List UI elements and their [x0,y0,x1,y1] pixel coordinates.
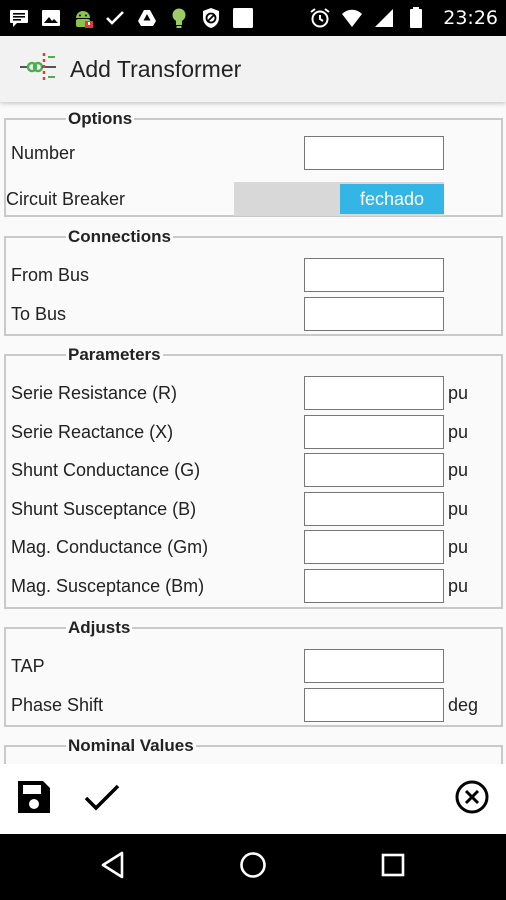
android-icon [72,7,94,29]
unit-label: pu [448,459,469,480]
wifi-icon [341,7,363,29]
transformer-logo-icon [18,49,58,90]
battery-icon [405,7,427,29]
unit-label: pu [448,498,469,519]
shunt-conductance-label: Shunt Conductance (G) [11,459,201,480]
shunt-susceptance-input[interactable] [304,492,444,526]
clock: 23:26 [443,7,498,29]
from-bus-label: From Bus [11,264,90,285]
circuit-breaker-row: Circuit Breaker fechado [6,182,501,216]
mag-susceptance-input[interactable] [304,569,444,603]
mag-conductance-label: Mag. Conductance (Gm) [11,536,209,557]
number-input[interactable] [304,136,444,170]
shunt-susceptance-label: Shunt Susceptance (B) [11,498,197,519]
resistance-row: Serie Resistance (R) pu [6,376,501,410]
phase-shift-label: Phase Shift [11,694,104,715]
reactance-label: Serie Reactance (X) [11,421,174,442]
circuit-breaker-toggle[interactable]: fechado [234,182,444,216]
parameters-section: Parameters Serie Resistance (R) pu Serie… [4,346,503,609]
from-bus-row: From Bus [6,258,501,292]
image-icon [40,7,62,29]
tap-input[interactable] [304,649,444,683]
connections-section: Connections From Bus To Bus [4,228,503,336]
adjusts-section: Adjusts TAP Phase Shift deg [4,619,503,727]
recents-button[interactable] [371,845,415,889]
home-icon [239,851,267,884]
app-bar: Add Transformer [0,36,506,102]
unit-label: pu [448,575,469,596]
message-icon [8,7,30,29]
circuit-breaker-label: Circuit Breaker [6,188,126,209]
home-button[interactable] [231,845,275,889]
parameters-legend: Parameters [68,345,161,364]
cancel-icon [454,779,490,820]
options-section: Options Number Circuit Breaker fechado [4,110,503,217]
to-bus-input[interactable] [304,297,444,331]
recents-icon [381,853,405,882]
shunt-conductance-input[interactable] [304,453,444,487]
unit-label: pu [448,382,469,403]
resistance-input[interactable] [304,376,444,410]
mag-susceptance-label: Mag. Susceptance (Bm) [11,575,205,596]
save-button[interactable] [12,777,56,821]
shunt-conductance-row: Shunt Conductance (G) pu [6,453,501,487]
from-bus-input[interactable] [304,258,444,292]
bulb-icon [168,7,190,29]
options-legend: Options [68,109,133,128]
tap-row: TAP [6,649,501,683]
save-icon [16,779,52,820]
check-icon [104,7,126,29]
to-bus-label: To Bus [11,303,67,324]
mag-susceptance-row: Mag. Susceptance (Bm) pu [6,569,501,603]
blocked-icon [200,7,222,29]
mag-conductance-row: Mag. Conductance (Gm) pu [6,530,501,564]
reactance-input[interactable] [304,415,444,449]
number-label: Number [11,142,76,163]
square-icon [232,7,254,29]
tap-label: TAP [11,655,45,676]
phase-shift-row: Phase Shift deg [6,688,501,722]
back-icon [100,851,126,884]
number-row: Number [6,136,501,170]
bottom-action-bar [0,764,506,834]
back-button[interactable] [91,845,135,889]
nominal-values-section: Nominal Values [4,737,503,764]
confirm-button[interactable] [80,777,124,821]
check-icon [84,782,120,817]
adjusts-legend: Adjusts [68,618,131,637]
navigation-bar [0,834,506,900]
status-bar: 23:26 [0,0,506,36]
nominal-values-legend: Nominal Values [68,736,194,755]
connections-legend: Connections [68,227,171,246]
signal-icon [373,7,395,29]
drive-icon [136,7,158,29]
cancel-button[interactable] [450,777,494,821]
shunt-susceptance-row: Shunt Susceptance (B) pu [6,492,501,526]
deg-unit-label: deg [448,694,479,715]
mag-conductance-input[interactable] [304,530,444,564]
resistance-label: Serie Resistance (R) [11,382,178,403]
toggle-state: fechado [340,184,444,214]
unit-label: pu [448,536,469,557]
reactance-row: Serie Reactance (X) pu [6,415,501,449]
page-title: Add Transformer [70,55,242,82]
unit-label: pu [448,421,469,442]
alarm-icon [309,7,331,29]
phase-shift-input[interactable] [304,688,444,722]
to-bus-row: To Bus [6,297,501,331]
form-content[interactable]: Options Number Circuit Breaker fechado C… [0,102,506,764]
